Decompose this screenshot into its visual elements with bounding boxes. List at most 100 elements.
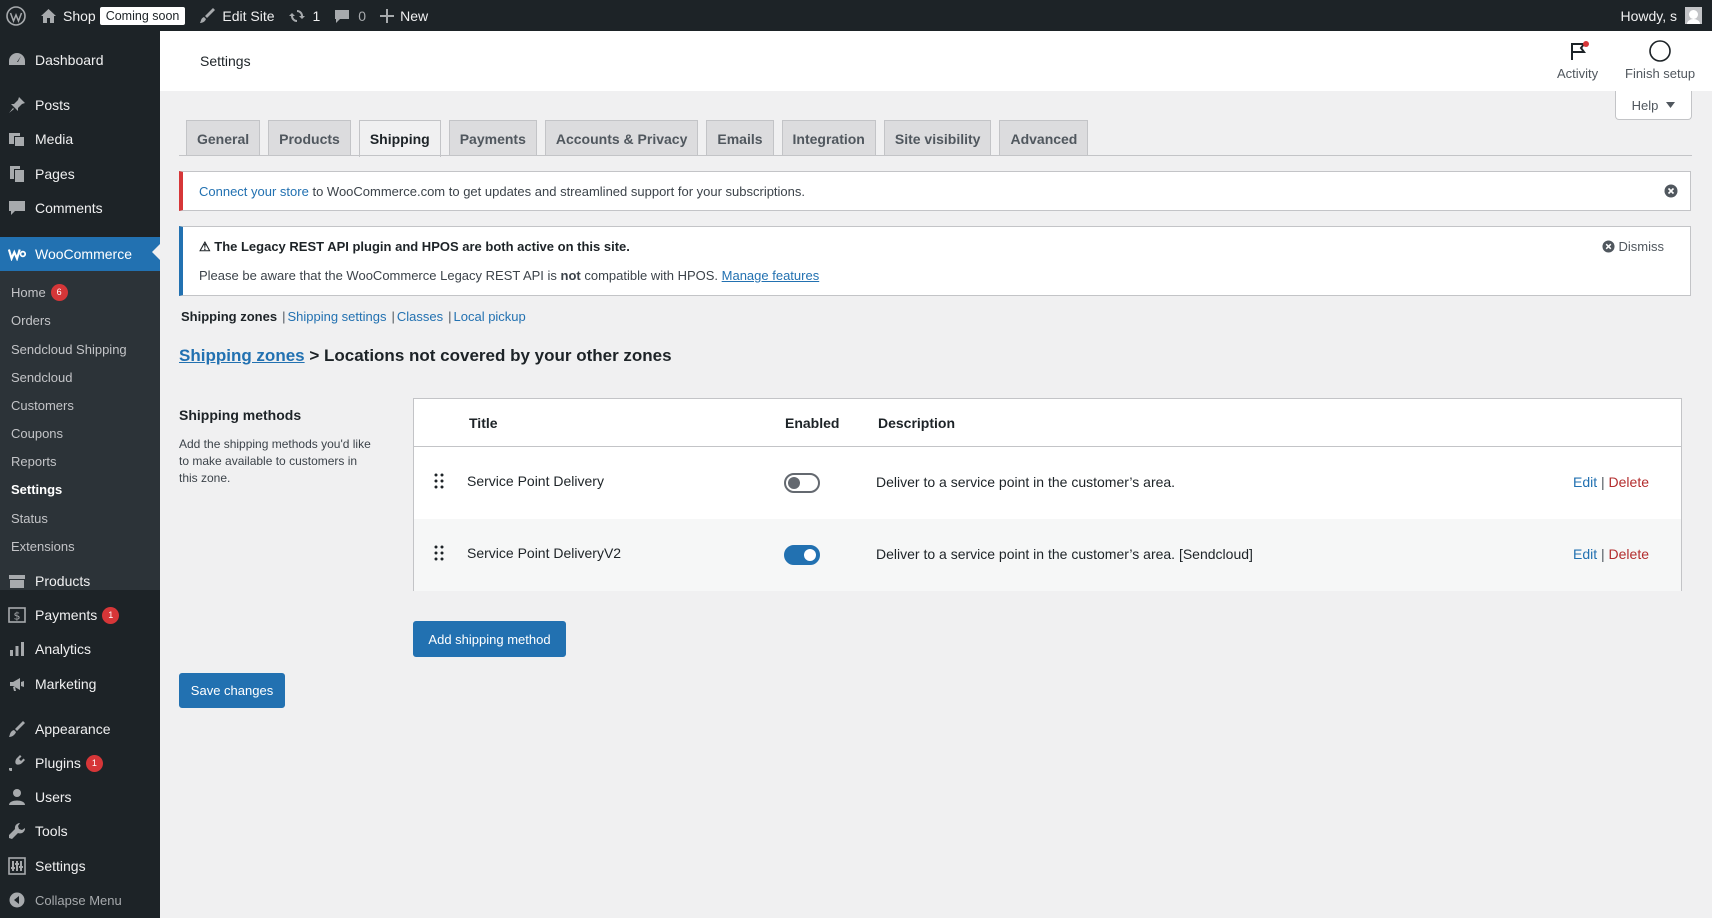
- shipping-subnav: Shipping zones | Shipping settings | Classes…: [181, 309, 526, 324]
- submenu-home[interactable]: Home 6: [11, 281, 68, 303]
- page-title: Settings: [200, 53, 251, 69]
- pages-icon: [8, 165, 26, 183]
- row-actions: Edit | Delete: [1572, 474, 1649, 490]
- menu-products[interactable]: Products: [0, 566, 160, 596]
- subnav-shipping-settings[interactable]: Shipping settings: [287, 309, 386, 324]
- drag-handle-icon[interactable]: [434, 473, 444, 492]
- connect-store-notice: Connect your store to WooCommerce.com to…: [179, 171, 1691, 211]
- menu-users[interactable]: Users: [0, 782, 160, 812]
- media-icon: [8, 130, 26, 148]
- menu-media[interactable]: Media: [0, 124, 160, 154]
- collapse-menu-button[interactable]: Collapse Menu: [0, 885, 160, 915]
- submenu-reports[interactable]: Reports: [11, 450, 57, 472]
- tabs-divider: [179, 155, 1692, 156]
- site-name-link[interactable]: Shop Coming soon: [33, 0, 192, 31]
- edit-link[interactable]: Edit: [1573, 474, 1597, 490]
- progress-circle-icon: [1648, 39, 1672, 63]
- finish-setup-button[interactable]: Finish setup: [1625, 39, 1695, 81]
- submenu-status[interactable]: Status: [11, 507, 48, 529]
- method-enabled-toggle[interactable]: [784, 473, 820, 493]
- menu-marketing[interactable]: Marketing: [0, 669, 160, 699]
- archive-icon: [8, 572, 26, 590]
- paintbrush-icon: [8, 720, 26, 738]
- tab-shipping[interactable]: Shipping: [358, 120, 441, 157]
- activity-button[interactable]: Activity: [1557, 39, 1598, 81]
- brush-icon: [199, 7, 216, 24]
- tab-site-visibility[interactable]: Site visibility: [883, 120, 992, 156]
- submenu-sendcloud[interactable]: Sendcloud: [11, 366, 72, 388]
- tab-products[interactable]: Products: [268, 120, 351, 156]
- method-title: Service Point DeliveryV2: [467, 545, 622, 561]
- updates-link[interactable]: 1: [282, 0, 328, 31]
- submenu-coupons[interactable]: Coupons: [11, 422, 63, 444]
- menu-analytics[interactable]: Analytics: [0, 634, 160, 664]
- menu-settings[interactable]: Settings: [0, 851, 160, 881]
- tab-emails[interactable]: Emails: [706, 120, 774, 156]
- dismiss-button[interactable]: Dismiss: [1601, 239, 1664, 254]
- comment-icon: [334, 8, 350, 24]
- notice-title: ⚠ The Legacy REST API plugin and HPOS ar…: [199, 239, 630, 254]
- close-notice-icon[interactable]: [1664, 184, 1678, 201]
- plus-icon: [380, 8, 395, 23]
- tab-accounts-privacy[interactable]: Accounts & Privacy: [544, 120, 699, 156]
- menu-plugins[interactable]: Plugins 1: [0, 748, 160, 778]
- my-account[interactable]: Howdy, s: [1620, 7, 1712, 24]
- submenu-sendcloud-shipping[interactable]: Sendcloud Shipping: [11, 338, 127, 360]
- save-changes-button[interactable]: Save changes: [179, 673, 285, 708]
- submenu-settings[interactable]: Settings: [11, 478, 62, 500]
- menu-posts[interactable]: Posts: [0, 90, 160, 120]
- table-row: Service Point Delivery Deliver to a serv…: [414, 447, 1681, 519]
- menu-tools[interactable]: Tools: [0, 816, 160, 846]
- submenu-orders[interactable]: Orders: [11, 309, 51, 331]
- tab-payments[interactable]: Payments: [448, 120, 537, 156]
- comments-link[interactable]: 0: [327, 0, 373, 31]
- dismiss-icon: [1601, 240, 1615, 253]
- column-title: Title: [469, 415, 498, 431]
- activity-dot: [1582, 41, 1589, 47]
- menu-payments[interactable]: $ Payments 1: [0, 600, 160, 630]
- submenu-customers[interactable]: Customers: [11, 394, 74, 416]
- table-row: Service Point DeliveryV2 Deliver to a se…: [414, 519, 1681, 591]
- manage-features-link[interactable]: Manage features: [722, 268, 820, 283]
- subnav-shipping-zones[interactable]: Shipping zones: [181, 309, 277, 324]
- settings-icon: [8, 857, 26, 875]
- users-icon: [8, 788, 26, 806]
- menu-pages[interactable]: Pages: [0, 159, 160, 189]
- drag-handle-icon[interactable]: [434, 545, 444, 564]
- delete-link[interactable]: Delete: [1609, 546, 1649, 562]
- shipping-zones-link[interactable]: Shipping zones: [179, 346, 305, 365]
- admin-bar: Shop Coming soon Edit Site 1 0 New Howdy…: [0, 0, 1712, 31]
- tab-general[interactable]: General: [186, 120, 261, 156]
- dashboard-icon: [8, 51, 26, 69]
- shipping-methods-table: Title Enabled Description Service Point …: [413, 398, 1682, 591]
- tab-advanced[interactable]: Advanced: [999, 120, 1089, 156]
- row-actions: Edit | Delete: [1572, 546, 1649, 562]
- settings-tabs: General Products Shipping Payments Accou…: [186, 120, 1096, 157]
- megaphone-icon: [8, 675, 26, 693]
- table-header: Title Enabled Description: [414, 399, 1681, 447]
- home-icon: [40, 8, 57, 24]
- menu-dashboard[interactable]: Dashboard: [0, 45, 160, 75]
- legacy-api-notice: ⚠ The Legacy REST API plugin and HPOS ar…: [179, 226, 1691, 296]
- pin-icon: [8, 96, 26, 114]
- menu-comments[interactable]: Comments: [0, 193, 160, 223]
- delete-link[interactable]: Delete: [1609, 474, 1649, 490]
- column-enabled: Enabled: [785, 415, 840, 431]
- wrench-icon: [8, 822, 26, 840]
- subnav-local-pickup[interactable]: Local pickup: [454, 309, 526, 324]
- menu-woocommerce[interactable]: WooCommerce: [0, 237, 160, 271]
- connect-store-link[interactable]: Connect your store: [199, 184, 309, 199]
- woocommerce-icon: [8, 245, 26, 263]
- submenu-extensions[interactable]: Extensions: [11, 535, 75, 557]
- edit-site-link[interactable]: Edit Site: [192, 0, 281, 31]
- edit-link[interactable]: Edit: [1573, 546, 1597, 562]
- method-enabled-toggle[interactable]: [784, 545, 820, 565]
- tab-integration[interactable]: Integration: [781, 120, 876, 156]
- help-button[interactable]: Help: [1615, 91, 1692, 120]
- new-content-link[interactable]: New: [373, 0, 435, 31]
- collapse-icon: [8, 891, 26, 909]
- add-shipping-method-button[interactable]: Add shipping method: [413, 621, 566, 657]
- menu-appearance[interactable]: Appearance: [0, 714, 160, 744]
- wordpress-logo-icon[interactable]: [0, 0, 33, 31]
- subnav-classes[interactable]: Classes: [397, 309, 443, 324]
